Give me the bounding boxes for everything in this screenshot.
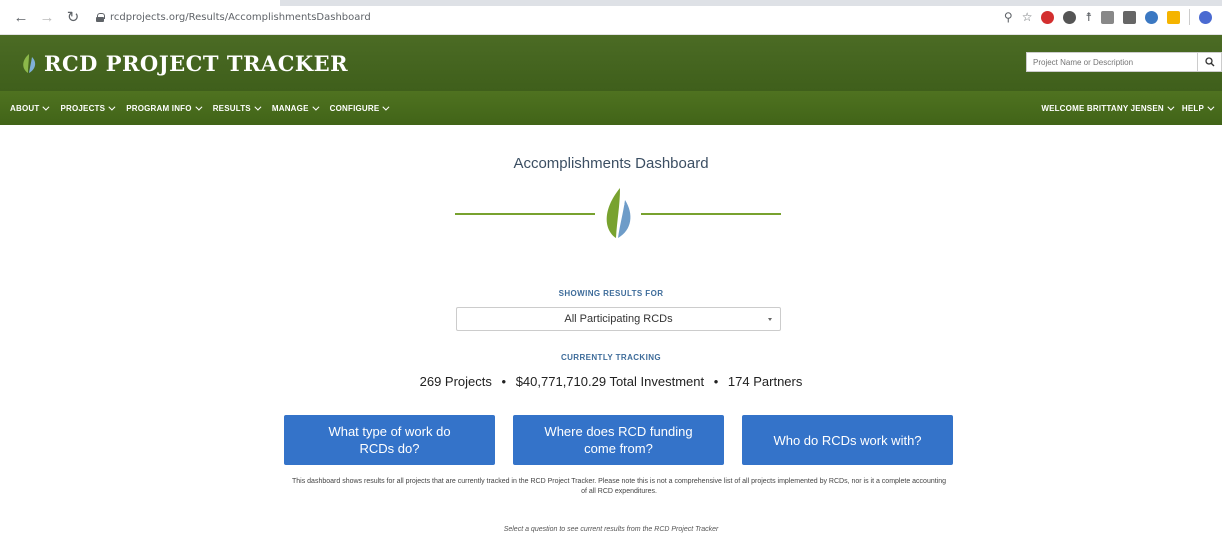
extension-icon[interactable]: ☨ bbox=[1085, 10, 1092, 24]
question-work-type-button[interactable]: What type of work do RCDs do? bbox=[284, 415, 495, 465]
stat-separator: • bbox=[501, 374, 507, 389]
rcd-select[interactable]: All Participating RCDs bbox=[456, 307, 781, 331]
zoom-icon[interactable]: ⚲ bbox=[1004, 10, 1013, 24]
leaf-emblem-icon bbox=[606, 188, 631, 238]
total-investment: $40,771,710.29 Total Investment bbox=[515, 374, 705, 389]
currently-tracking-label: CURRENTLY TRACKING bbox=[560, 353, 662, 362]
chevron-down-icon bbox=[254, 103, 262, 111]
pinterest-extension-icon[interactable] bbox=[1041, 10, 1055, 24]
chevron-down-icon bbox=[1207, 103, 1215, 111]
profile-avatar-icon[interactable] bbox=[1199, 10, 1212, 24]
showing-results-label: SHOWING RESULTS FOR bbox=[558, 289, 664, 298]
back-icon[interactable]: ← bbox=[10, 6, 32, 28]
bookmark-star-icon[interactable]: ☆ bbox=[1022, 10, 1033, 24]
site-title[interactable]: RCD PROJECT TRACKER bbox=[44, 51, 348, 76]
address-bar[interactable]: rcdprojects.org/Results/AccomplishmentsD… bbox=[96, 5, 371, 29]
rcd-select-value: All Participating RCDs bbox=[564, 313, 673, 325]
url-text: rcdprojects.org/Results/AccomplishmentsD… bbox=[110, 11, 371, 23]
chevron-down-icon bbox=[42, 103, 50, 111]
page-title: Accomplishments Dashboard bbox=[513, 155, 709, 172]
caret-down-icon bbox=[768, 318, 772, 321]
stat-separator: • bbox=[713, 374, 719, 389]
site-search bbox=[1026, 52, 1222, 72]
chevron-down-icon bbox=[108, 103, 116, 111]
tracking-stats: 269 Projects • $40,771,710.29 Total Inve… bbox=[0, 374, 1222, 389]
projects-count: 269 Projects bbox=[419, 374, 492, 389]
lock-icon bbox=[96, 12, 105, 22]
nav-manage[interactable]: MANAGE bbox=[272, 103, 320, 113]
chevron-down-icon bbox=[195, 103, 203, 111]
nav-program-info[interactable]: PROGRAM INFO bbox=[126, 103, 203, 113]
extension-icon[interactable] bbox=[1101, 10, 1114, 24]
extension-icon[interactable] bbox=[1145, 10, 1158, 24]
extension-icon[interactable] bbox=[1063, 10, 1077, 24]
leaf-logo-icon[interactable] bbox=[20, 52, 38, 74]
dashboard-main: Accomplishments Dashboard SHOWING RESULT… bbox=[0, 125, 1222, 538]
nav-welcome-user[interactable]: WELCOME BRITTANY JENSEN bbox=[1041, 103, 1175, 113]
forward-icon[interactable]: → bbox=[36, 6, 58, 28]
search-button[interactable] bbox=[1198, 52, 1222, 72]
toolbar-separator bbox=[1189, 9, 1190, 25]
search-icon bbox=[1204, 57, 1214, 67]
question-partners-button[interactable]: Who do RCDs work with? bbox=[742, 415, 953, 465]
extension-icon[interactable] bbox=[1167, 10, 1180, 24]
chevron-down-icon bbox=[312, 103, 320, 111]
divider-line-left bbox=[455, 213, 595, 215]
question-funding-source-button[interactable]: Where does RCD funding come from? bbox=[513, 415, 724, 465]
site-header: RCD PROJECT TRACKER bbox=[0, 35, 1222, 91]
nav-about[interactable]: ABOUT bbox=[10, 103, 50, 113]
main-nav: ABOUT PROJECTS PROGRAM INFO RESULTS MANA… bbox=[0, 91, 1222, 125]
partners-count: 174 Partners bbox=[727, 374, 803, 389]
browser-toolbar: ← → ↻ rcdprojects.org/Results/Accomplish… bbox=[0, 0, 1222, 35]
chevron-down-icon bbox=[1167, 103, 1175, 111]
search-input[interactable] bbox=[1026, 52, 1198, 72]
divider-line-right bbox=[641, 213, 781, 215]
title-divider bbox=[455, 182, 781, 242]
disclaimer-text: This dashboard shows results for all pro… bbox=[292, 478, 947, 495]
reload-icon[interactable]: ↻ bbox=[62, 6, 84, 28]
chevron-down-icon bbox=[382, 103, 390, 111]
tab-strip bbox=[0, 0, 1222, 6]
nav-projects[interactable]: PROJECTS bbox=[60, 103, 116, 113]
nav-help[interactable]: HELP bbox=[1182, 103, 1215, 113]
hint-text: Select a question to see current results… bbox=[503, 526, 719, 533]
nav-results[interactable]: RESULTS bbox=[213, 103, 262, 113]
extension-icon[interactable] bbox=[1123, 10, 1136, 24]
nav-configure[interactable]: CONFIGURE bbox=[330, 103, 390, 113]
